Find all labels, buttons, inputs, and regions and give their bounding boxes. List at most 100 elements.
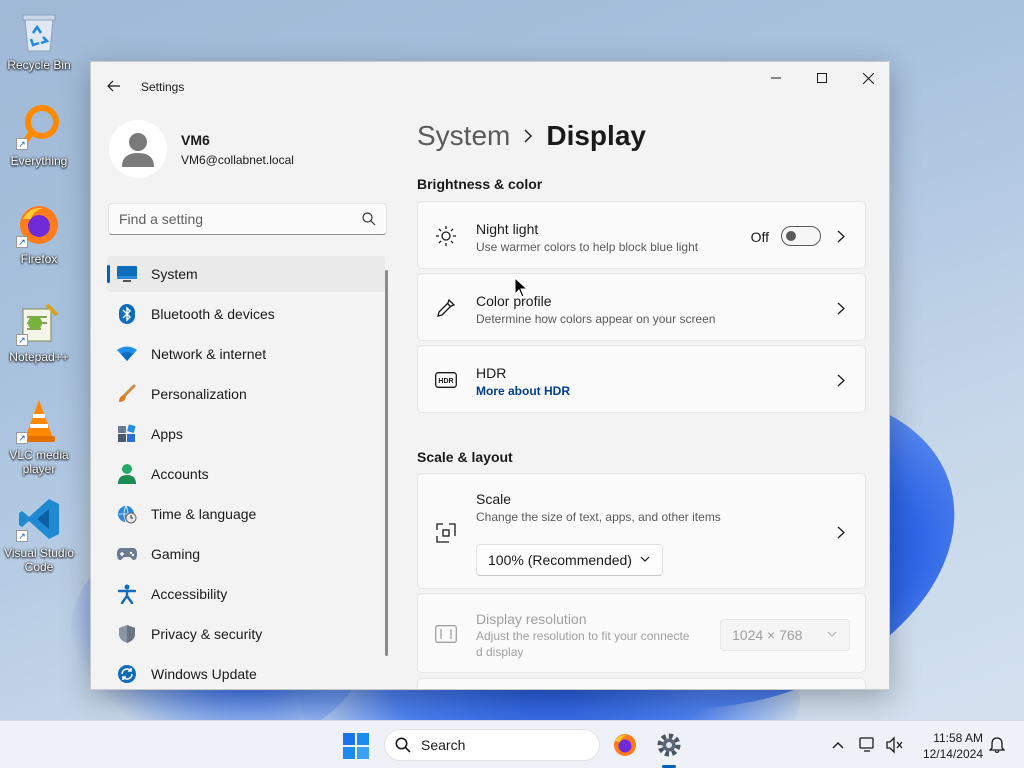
bluetooth-icon [117, 304, 137, 324]
wifi-icon [117, 344, 137, 364]
breadcrumb: System Display [417, 120, 646, 152]
user-profile[interactable]: VM6 VM6@collabnet.local [109, 120, 294, 178]
show-hidden-icons-button[interactable] [827, 733, 849, 757]
resolution-icon [434, 622, 458, 646]
gamepad-icon [117, 544, 137, 564]
card-subtitle-line2: d display [476, 645, 524, 659]
brush-icon [117, 384, 137, 404]
taskbar-clock[interactable]: 11:58 AM 12/14/2024 [913, 730, 983, 762]
taskbar-search-label: Search [421, 737, 466, 753]
desktop-icon-notepad-plus-plus[interactable]: ↗ Notepad++ [2, 300, 76, 364]
taskbar-settings[interactable] [653, 729, 685, 761]
sidebar-item-personalization[interactable]: Personalization [107, 376, 385, 412]
sidebar-item-label: Windows Update [151, 666, 257, 682]
breadcrumb-parent[interactable]: System [417, 120, 510, 152]
taskbar-firefox[interactable] [609, 729, 641, 761]
card-title: HDR [476, 365, 507, 381]
sidebar-scrollbar[interactable] [385, 270, 388, 656]
windows-logo-icon [343, 733, 369, 759]
back-button[interactable] [103, 76, 125, 96]
minimize-icon [771, 77, 781, 79]
close-button[interactable] [845, 62, 889, 94]
taskbar: Search 11:58 AM 12/14/2024 [0, 720, 1024, 768]
desktop-icon-label: Everything [10, 154, 68, 168]
section-header-scale-layout: Scale & layout [417, 449, 513, 465]
sidebar-item-label: Personalization [151, 386, 247, 402]
eyedropper-icon [434, 296, 458, 320]
desktop-icon-firefox[interactable]: ↗ Firefox [2, 202, 76, 266]
firefox-icon [614, 734, 636, 756]
hdr-card[interactable]: HDR HDR More about HDR [417, 345, 866, 413]
globe-clock-icon [117, 504, 137, 524]
network-status-button[interactable] [858, 733, 880, 757]
shortcut-arrow-icon: ↗ [16, 236, 28, 248]
sidebar-item-windows-update[interactable]: Windows Update [107, 656, 385, 689]
card-subtitle: Use warmer colors to help block blue lig… [476, 240, 699, 254]
night-light-toggle[interactable] [781, 226, 821, 246]
scale-dropdown-value: 100% (Recommended) [488, 552, 632, 568]
sidebar-item-accessibility[interactable]: Accessibility [107, 576, 385, 612]
more-about-hdr-link[interactable]: More about HDR [476, 384, 570, 398]
start-button[interactable] [343, 733, 369, 759]
svg-text:HDR: HDR [438, 378, 453, 385]
gear-icon [657, 733, 681, 757]
sidebar-item-privacy-security[interactable]: Privacy & security [107, 616, 385, 652]
sidebar-item-label: Accessibility [151, 586, 228, 602]
sidebar-item-bluetooth[interactable]: Bluetooth & devices [107, 296, 385, 332]
settings-window: Settings VM6 VM6@collabnet.local System [90, 61, 890, 690]
desktop-icon-everything[interactable]: ↗ Everything [2, 104, 76, 168]
sidebar-nav: System Bluetooth & devices Network & int… [107, 256, 385, 689]
night-light-card[interactable]: Night light Use warmer colors to help bl… [417, 201, 866, 269]
profile-email: VM6@collabnet.local [181, 152, 294, 167]
title-bar[interactable]: Settings [91, 62, 889, 108]
desktop-icon-vscode[interactable]: ↗ Visual Studio Code [2, 496, 76, 574]
profile-name: VM6 [181, 131, 210, 148]
bell-icon [989, 737, 1005, 754]
sidebar-item-label: Network & internet [151, 346, 267, 362]
sidebar-item-system[interactable]: System [107, 256, 385, 292]
card-subtitle-line1: Adjust the resolution to fit your connec… [476, 629, 690, 643]
desktop-icon-vlc[interactable]: ↗ VLC media player [2, 398, 76, 476]
everything-icon: ↗ [16, 104, 62, 150]
window-title: Settings [141, 80, 185, 94]
desktop-icon-label: Visual Studio Code [4, 546, 74, 574]
sidebar-item-apps[interactable]: Apps [107, 416, 385, 452]
chevron-right-icon [835, 373, 847, 387]
shield-icon [117, 624, 137, 644]
sidebar-item-gaming[interactable]: Gaming [107, 536, 385, 572]
section-header-brightness: Brightness & color [417, 176, 543, 192]
person-icon [122, 133, 154, 167]
search-input[interactable] [109, 204, 349, 234]
search-icon[interactable] [362, 212, 376, 226]
sidebar-item-network[interactable]: Network & internet [107, 336, 385, 372]
search-icon [395, 737, 411, 753]
avatar [109, 120, 167, 178]
speaker-muted-icon [886, 736, 903, 754]
desktop-icon-label: Notepad++ [9, 350, 69, 364]
scale-dropdown[interactable]: 100% (Recommended) [476, 544, 663, 576]
desktop-icon-recycle-bin[interactable]: Recycle Bin [2, 8, 76, 72]
volume-button[interactable] [884, 733, 906, 757]
sidebar-item-accounts[interactable]: Accounts [107, 456, 385, 492]
shortcut-arrow-icon: ↗ [16, 334, 28, 346]
color-profile-card[interactable]: Color profile Determine how colors appea… [417, 273, 866, 341]
card-title: Scale [476, 491, 512, 507]
accessibility-icon [117, 584, 137, 604]
chevron-up-icon [832, 742, 844, 749]
minimize-button[interactable] [753, 62, 799, 94]
sidebar-item-time-language[interactable]: Time & language [107, 496, 385, 532]
taskbar-search[interactable]: Search [384, 729, 600, 761]
page-title: Display [546, 120, 646, 151]
chevron-right-icon [835, 301, 847, 315]
next-setting-card[interactable] [417, 678, 866, 689]
night-light-state: Off [750, 229, 769, 245]
apps-icon [117, 424, 137, 444]
clock-date: 12/14/2024 [922, 747, 983, 761]
sidebar-item-label: Bluetooth & devices [151, 306, 275, 322]
scale-card[interactable]: Scale Change the size of text, apps, and… [417, 473, 866, 589]
notifications-button[interactable] [986, 733, 1008, 757]
monitor-icon [117, 264, 137, 284]
settings-search[interactable] [108, 203, 387, 235]
maximize-button[interactable] [799, 62, 845, 94]
card-title: Night light [476, 221, 539, 237]
